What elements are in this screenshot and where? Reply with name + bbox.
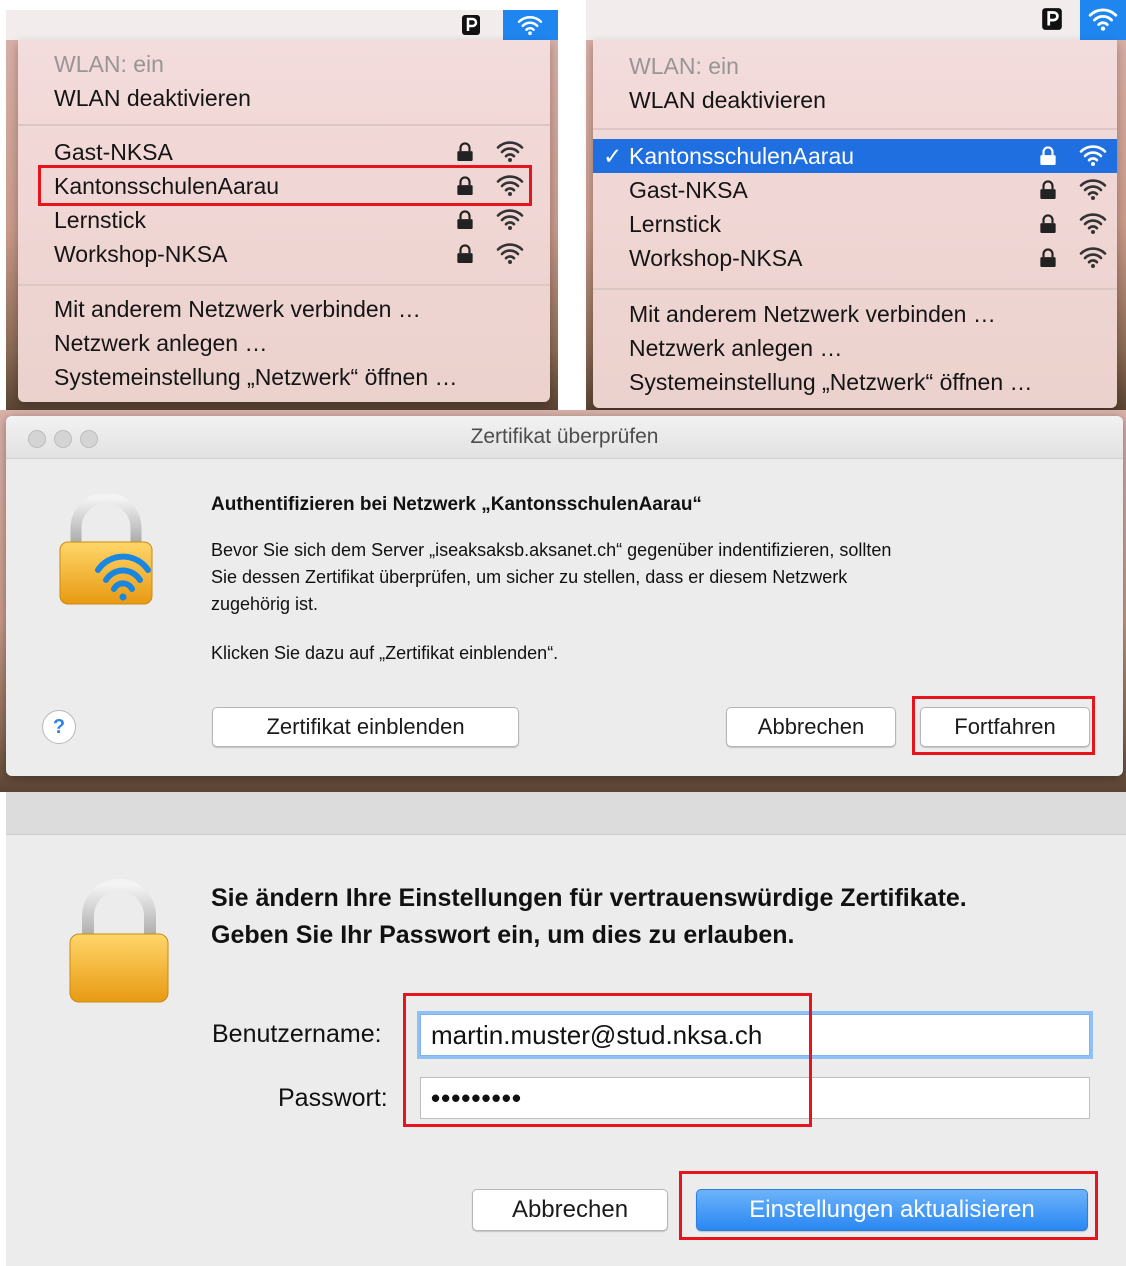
dialog-titlebar: Zertifikat überprüfen bbox=[6, 416, 1123, 459]
dialog-heading: Authentifizieren bei Netzwerk „Kantonssc… bbox=[211, 494, 702, 515]
lock-icon bbox=[1039, 180, 1057, 200]
message-line: zugehörig ist. bbox=[211, 594, 319, 614]
wifi-menu-left: WLAN: ein WLAN deaktivieren Gast-NKSA Ka… bbox=[18, 40, 550, 402]
lock-icon bbox=[1039, 248, 1057, 268]
parking-status-icon[interactable] bbox=[461, 14, 481, 36]
minimize-window-button[interactable] bbox=[54, 430, 72, 448]
wifi-signal-icon bbox=[496, 139, 524, 163]
wifi-menu-right: WLAN: ein WLAN deaktivieren ✓ Kantonssch… bbox=[593, 40, 1117, 408]
network-item-gast-nksa[interactable]: Gast-NKSA bbox=[18, 135, 550, 169]
network-item-lernstick[interactable]: Lernstick bbox=[593, 207, 1117, 241]
close-window-button[interactable] bbox=[28, 430, 46, 448]
menu-separator bbox=[18, 284, 550, 286]
network-item-kantonsschulenaarau-connected[interactable]: ✓ KantonsschulenAarau bbox=[593, 139, 1117, 173]
wifi-signal-icon bbox=[1079, 211, 1107, 235]
parking-status-icon[interactable] bbox=[1041, 7, 1063, 31]
network-item-lernstick[interactable]: Lernstick bbox=[18, 203, 550, 237]
heading-line: Sie ändern Ihre Einstellungen für vertra… bbox=[211, 884, 967, 912]
wifi-signal-icon bbox=[1079, 177, 1107, 201]
wifi-status-item: WLAN: ein bbox=[54, 51, 164, 77]
wifi-signal-icon bbox=[1079, 143, 1107, 167]
join-other-network-item[interactable]: Mit anderem Netzwerk verbinden … bbox=[593, 297, 1117, 331]
create-network-item[interactable]: Netzwerk anlegen … bbox=[18, 326, 550, 360]
wifi-toggle-item[interactable]: WLAN deaktivieren bbox=[593, 83, 1117, 117]
highlight-box-update bbox=[679, 1171, 1098, 1240]
cancel-button[interactable]: Abbrechen bbox=[472, 1189, 668, 1231]
heading-line: Geben Sie Ihr Passwort ein, um dies zu e… bbox=[211, 921, 795, 949]
help-button[interactable]: ? bbox=[42, 710, 76, 744]
dialog-heading: Sie ändern Ihre Einstellungen für vertra… bbox=[211, 880, 967, 954]
dialog-message: Bevor Sie sich dem Server „iseaksaksb.ak… bbox=[211, 537, 891, 618]
username-label: Benutzername: bbox=[212, 1020, 382, 1048]
wifi-signal-icon bbox=[496, 241, 524, 265]
create-network-item[interactable]: Netzwerk anlegen … bbox=[593, 331, 1117, 365]
wifi-menu-extra[interactable] bbox=[1080, 0, 1126, 40]
wifi-icon bbox=[517, 14, 543, 36]
menu-bar-right bbox=[586, 0, 1126, 40]
wifi-menu-extra[interactable] bbox=[503, 10, 558, 40]
message-line: Sie dessen Zertifikat überprüfen, um sic… bbox=[211, 567, 848, 587]
show-certificate-button[interactable]: Zertifikat einblenden bbox=[212, 707, 519, 747]
join-other-network-item[interactable]: Mit anderem Netzwerk verbinden … bbox=[18, 292, 550, 326]
menu-separator bbox=[593, 128, 1117, 130]
dialog-hint: Klicken Sie dazu auf „Zertifikat einblen… bbox=[211, 643, 559, 663]
highlight-box-credentials bbox=[403, 993, 812, 1127]
dialog-title: Zertifikat überprüfen bbox=[470, 425, 659, 448]
lock-icon bbox=[456, 244, 474, 264]
network-item-workshop-nksa[interactable]: Workshop-NKSA bbox=[18, 237, 550, 271]
wifi-signal-icon bbox=[1079, 245, 1107, 269]
zoom-window-button[interactable] bbox=[80, 430, 98, 448]
open-network-preferences-item[interactable]: Systemeinstellung „Netzwerk“ öffnen … bbox=[593, 365, 1117, 399]
lock-icon bbox=[1039, 214, 1057, 234]
message-line: Bevor Sie sich dem Server „iseaksaksb.ak… bbox=[211, 540, 892, 560]
wifi-signal-icon bbox=[496, 207, 524, 231]
lock-icon bbox=[456, 142, 474, 162]
wifi-toggle-item[interactable]: WLAN deaktivieren bbox=[18, 81, 550, 115]
dialog-titlebar bbox=[6, 792, 1126, 835]
menu-separator bbox=[593, 288, 1117, 290]
wifi-icon bbox=[1088, 6, 1118, 32]
open-network-preferences-item[interactable]: Systemeinstellung „Netzwerk“ öffnen … bbox=[18, 360, 550, 394]
network-item-gast-nksa[interactable]: Gast-NKSA bbox=[593, 173, 1117, 207]
cancel-button[interactable]: Abbrechen bbox=[726, 707, 896, 747]
network-item-workshop-nksa[interactable]: Workshop-NKSA bbox=[593, 241, 1117, 275]
menu-separator bbox=[18, 124, 550, 126]
lock-icon bbox=[456, 210, 474, 230]
menu-bar-left bbox=[6, 10, 558, 40]
lock-icon bbox=[1039, 146, 1057, 166]
wifi-lock-icon bbox=[54, 492, 158, 613]
lock-icon bbox=[64, 876, 174, 1011]
highlight-box-network bbox=[38, 165, 532, 206]
highlight-box-continue bbox=[912, 696, 1095, 755]
password-label: Passwort: bbox=[278, 1084, 388, 1112]
checkmark-icon: ✓ bbox=[603, 143, 623, 169]
wifi-status-item: WLAN: ein bbox=[629, 53, 739, 79]
